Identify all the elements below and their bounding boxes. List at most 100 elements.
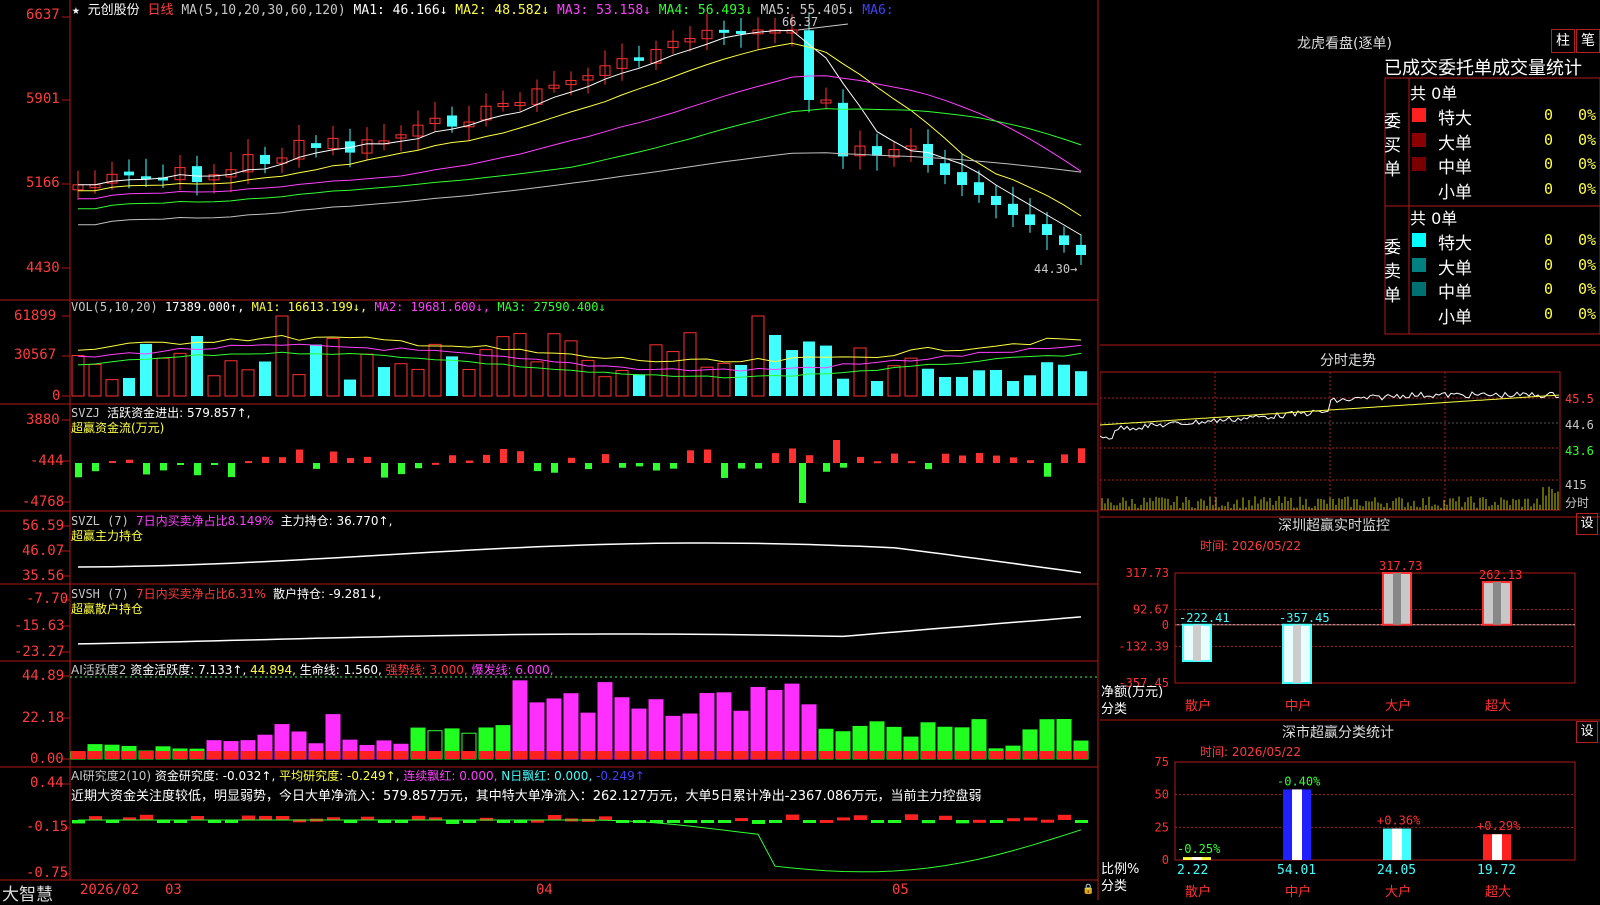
- research-bar: [820, 819, 833, 823]
- lhb-row-value: 0: [1544, 255, 1554, 274]
- activity-base: [700, 751, 714, 759]
- lhb-row[interactable]: 大单 0 0%: [1410, 254, 1600, 279]
- flow-bar: [1044, 463, 1051, 477]
- flow-bar: [228, 463, 235, 478]
- main-chart-area[interactable]: [0, 0, 1100, 900]
- sell-side-label: 委卖单: [1384, 238, 1401, 306]
- research-bar: [990, 820, 1003, 823]
- activity-base: [785, 751, 799, 759]
- flow-bar: [279, 457, 286, 463]
- research-bar: [718, 820, 731, 823]
- activity-bar: [699, 693, 715, 760]
- vol-bar: [598, 376, 612, 397]
- sz-monitor-xlabel: 分类: [1101, 702, 1128, 717]
- lhb-row[interactable]: 大单 0 0%: [1410, 129, 1600, 154]
- activity-base: [105, 751, 119, 759]
- lhb-row[interactable]: 小单 0 0%: [1410, 303, 1600, 328]
- flow-bar: [517, 451, 524, 463]
- vol-ma-line: [77, 334, 1082, 363]
- vol-axis-label: 61899: [14, 308, 57, 324]
- vol-bar: [530, 361, 544, 397]
- intraday-title: 分时走势: [1320, 353, 1376, 369]
- stock-name: 元创股份: [87, 3, 140, 18]
- activity-bar: [546, 698, 562, 760]
- flow-bar: [840, 463, 847, 468]
- activity-base: [513, 751, 527, 759]
- activity-bar: [716, 692, 732, 760]
- research-bar: [803, 820, 816, 823]
- research-bar: [922, 820, 935, 824]
- activity-base: [734, 751, 748, 759]
- activity-base: [360, 751, 374, 759]
- lhb-row[interactable]: 中单 0 0%: [1410, 278, 1600, 303]
- sz-class-settings-button[interactable]: 设: [1576, 721, 1598, 743]
- activity-base: [1057, 751, 1071, 759]
- candle-body: [923, 143, 933, 165]
- flow-bar: [177, 463, 184, 465]
- activity-base: [717, 751, 731, 759]
- lock-icon[interactable]: 🔒: [1082, 884, 1094, 895]
- svzl-axis-label: 35.56: [22, 568, 65, 584]
- lhb-row[interactable]: 特大 0 0%: [1410, 229, 1600, 254]
- flow-bar: [568, 457, 575, 463]
- activity-base: [292, 751, 306, 759]
- flow-bar: [891, 453, 898, 463]
- activity-base: [207, 751, 221, 759]
- lhb-row[interactable]: 特大 0 0%: [1410, 104, 1600, 129]
- period-label[interactable]: 日线: [148, 3, 174, 18]
- sz-class-time: 时间: 2026/05/22: [1200, 745, 1302, 759]
- lhb-row-value: 0: [1544, 155, 1554, 173]
- lhb-row-value: 0: [1544, 130, 1554, 149]
- vol-bar: [1075, 371, 1087, 396]
- research-bar: [939, 815, 952, 820]
- high-price-label: 66.37: [782, 15, 819, 29]
- sz-class-title: 深市超赢分类统计: [1282, 725, 1394, 741]
- activity-base: [275, 751, 289, 759]
- legend-swatch: [1412, 282, 1426, 296]
- flow-bar: [772, 453, 779, 463]
- lhb-row-value: 0: [1544, 231, 1554, 249]
- monitor-bar-shade: [1293, 624, 1301, 683]
- flow-bar: [585, 463, 592, 470]
- tick-mode-button[interactable]: 笔: [1576, 29, 1600, 53]
- vol-bar: [820, 345, 832, 396]
- candle-body: [634, 57, 644, 61]
- lhb-row[interactable]: 小单 0 0%: [1410, 178, 1600, 203]
- star-icon[interactable]: ★: [72, 3, 80, 18]
- flow-bar: [738, 463, 745, 469]
- class-value-label: 24.05: [1377, 863, 1416, 878]
- monitor-bar-shade: [1193, 624, 1201, 661]
- monitor-bar-label: 317.73: [1379, 559, 1422, 573]
- flow-bar: [126, 459, 133, 463]
- vol-bar: [1007, 381, 1019, 396]
- main-header: ★ 元创股份 日线 MA(5,10,20,30,60,120) MA1: 46.…: [72, 0, 894, 18]
- lhb-row-label: 大单: [1438, 258, 1472, 279]
- activity-base: [496, 751, 510, 759]
- monitor-bar-label: -222.41: [1179, 611, 1230, 625]
- activity-base: [1023, 751, 1037, 759]
- monitor-bar-shade: [1393, 573, 1401, 625]
- activity-base: [972, 751, 986, 759]
- candle-body: [1042, 224, 1052, 235]
- vol-bar: [786, 350, 798, 396]
- flow-bar: [330, 451, 337, 463]
- bar-mode-button[interactable]: 柱: [1551, 29, 1575, 53]
- candle-body: [804, 30, 814, 100]
- lhb-row-label: 小单: [1438, 182, 1472, 203]
- flow-bar: [347, 458, 354, 463]
- activity-base: [326, 751, 340, 759]
- svzj-axis-label: 3880: [26, 412, 60, 428]
- monitor-bar-label: 262.13: [1479, 568, 1522, 582]
- flow-bar: [75, 463, 82, 478]
- lhb-row[interactable]: 中单 0 0%: [1410, 153, 1600, 178]
- activity-base: [309, 751, 323, 759]
- research-bar: [599, 816, 612, 820]
- activity-base: [428, 751, 442, 759]
- research-axis-label: -0.15: [26, 819, 69, 835]
- research-bar: [871, 820, 884, 823]
- flow-bar: [398, 463, 405, 475]
- lhb-title: 龙虎看盘(逐单): [1297, 36, 1392, 52]
- legend-swatch: [1412, 157, 1426, 171]
- candle-body: [940, 163, 950, 175]
- sz-monitor-settings-button[interactable]: 设: [1576, 513, 1598, 535]
